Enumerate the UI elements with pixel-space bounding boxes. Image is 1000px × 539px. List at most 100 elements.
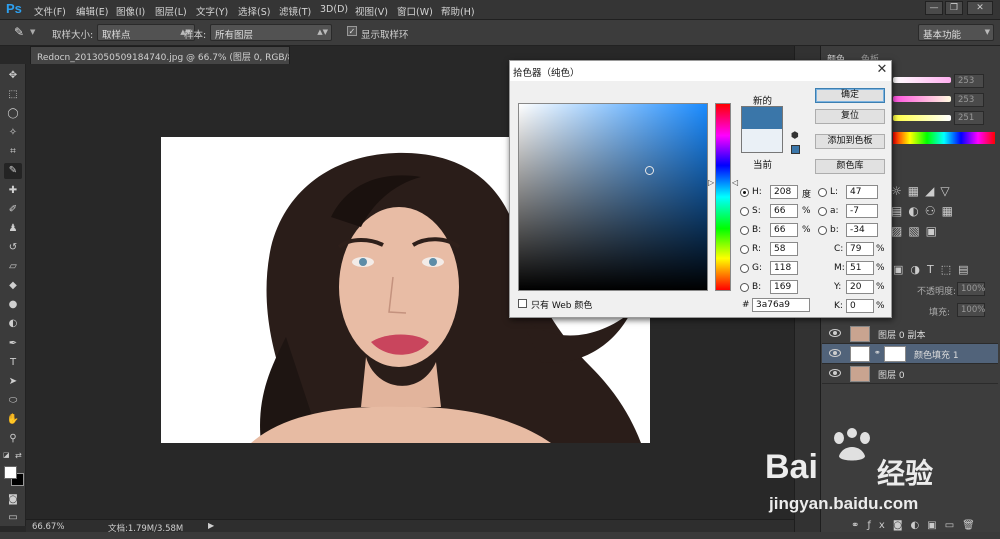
- hue-radio[interactable]: [740, 188, 749, 197]
- zoom-tool-icon[interactable]: ⚲: [4, 431, 22, 447]
- reset-button[interactable]: 复位: [815, 109, 885, 124]
- black-field[interactable]: 0: [846, 299, 874, 313]
- yellow-field[interactable]: 20: [846, 280, 874, 294]
- menu-select[interactable]: 选择(S): [238, 4, 270, 18]
- ellipse-tool-icon[interactable]: ⬭: [4, 393, 22, 409]
- brightness-field[interactable]: 66: [770, 223, 798, 237]
- adjustment-icons-row-2[interactable]: ▤◐⚇▦: [891, 204, 959, 218]
- swap-colors-icon[interactable]: ⇄: [15, 451, 22, 460]
- blur-tool-icon[interactable]: ●: [4, 297, 22, 313]
- hex-field[interactable]: 3a76a9: [752, 298, 810, 312]
- layer-row[interactable]: 图层 0 副本: [822, 324, 998, 344]
- eye-icon[interactable]: [829, 349, 841, 357]
- status-menu-arrow-icon[interactable]: ▶: [208, 521, 214, 530]
- menu-edit[interactable]: 编辑(E): [76, 4, 108, 18]
- web-safe-color-icon[interactable]: [791, 145, 800, 154]
- foreground-color-swatch[interactable]: [4, 466, 17, 479]
- sample-select[interactable]: 所有图层 ▲▼: [210, 24, 332, 41]
- blue-radio[interactable]: [740, 283, 749, 292]
- clone-stamp-tool-icon[interactable]: ♟: [4, 221, 22, 237]
- layer-row[interactable]: ⚭ 颜色填充 1: [822, 344, 998, 364]
- saturation-field[interactable]: 66: [770, 204, 798, 218]
- screen-mode-icon[interactable]: ▭: [4, 510, 22, 526]
- color-value-3[interactable]: 251: [954, 111, 984, 125]
- workspace-select[interactable]: 基本功能 ▼: [918, 24, 994, 41]
- crop-tool-icon[interactable]: ⌗: [4, 144, 22, 160]
- document-tab[interactable]: Redocn_2013050509184740.jpg @ 66.7% (图层 …: [30, 46, 290, 64]
- lab-b-radio[interactable]: [818, 226, 827, 235]
- menu-view[interactable]: 视图(V): [355, 4, 388, 18]
- lab-b-field[interactable]: -34: [846, 223, 878, 237]
- adjustment-icons-row-1[interactable]: ☼▦◢▽: [891, 184, 956, 198]
- layer-row[interactable]: 图层 0: [822, 364, 998, 384]
- color-value-1[interactable]: 253: [954, 74, 984, 88]
- gamut-cube-icon[interactable]: ⬢: [791, 131, 799, 141]
- brush-tool-icon[interactable]: ✐: [4, 202, 22, 218]
- layer-name[interactable]: 颜色填充 1: [914, 348, 959, 361]
- adjustment-icons-row-3[interactable]: ▨▧▣: [891, 224, 943, 238]
- color-slider-2[interactable]: [893, 96, 951, 102]
- saturation-radio[interactable]: [740, 207, 749, 216]
- paint-bucket-tool-icon[interactable]: ◆: [4, 278, 22, 294]
- hue-slider-right-arrow-icon[interactable]: ◁: [732, 178, 738, 187]
- menu-filter[interactable]: 滤镜(T): [279, 4, 311, 18]
- ok-button[interactable]: 确定: [815, 88, 885, 103]
- layers-panel-bottom-icons[interactable]: ⚭ƒx◙◐▣▭🗑: [851, 520, 983, 531]
- menu-file[interactable]: 文件(F): [34, 4, 66, 18]
- zoom-level[interactable]: 66.67%: [32, 522, 64, 532]
- red-radio[interactable]: [740, 245, 749, 254]
- sample-size-select[interactable]: 取样点 ▲▼: [97, 24, 195, 41]
- menu-3d[interactable]: 3D(D): [320, 4, 348, 15]
- menu-image[interactable]: 图像(I): [116, 4, 145, 18]
- hand-tool-icon[interactable]: ✋: [4, 412, 22, 428]
- menu-type[interactable]: 文字(Y): [196, 4, 228, 18]
- color-value-2[interactable]: 253: [954, 93, 984, 107]
- brightness-radio[interactable]: [740, 226, 749, 235]
- history-brush-tool-icon[interactable]: ↺: [4, 240, 22, 256]
- opacity-field[interactable]: 100%: [957, 282, 985, 296]
- type-tool-icon[interactable]: T: [4, 355, 22, 371]
- color-spectrum-ramp[interactable]: [893, 132, 995, 144]
- lab-l-radio[interactable]: [818, 188, 827, 197]
- cyan-field[interactable]: 79: [846, 242, 874, 256]
- color-picker-marker[interactable]: [645, 166, 654, 175]
- only-web-colors-checkbox[interactable]: [518, 299, 527, 308]
- layer-filter-icons[interactable]: ▣◑T⬚▤: [893, 263, 976, 276]
- pen-tool-icon[interactable]: ✒: [4, 336, 22, 352]
- color-slider-3[interactable]: [893, 115, 951, 121]
- default-colors-icon[interactable]: ◪: [3, 451, 10, 459]
- eraser-tool-icon[interactable]: ▱: [4, 259, 22, 275]
- hue-slider-left-arrow-icon[interactable]: ▷: [708, 178, 714, 187]
- path-selection-tool-icon[interactable]: ➤: [4, 374, 22, 390]
- saturation-brightness-field[interactable]: [518, 103, 708, 291]
- green-radio[interactable]: [740, 264, 749, 273]
- layer-name[interactable]: 图层 0: [878, 368, 905, 381]
- quick-mask-icon[interactable]: ◙: [4, 492, 22, 508]
- menu-help[interactable]: 帮助(H): [441, 4, 475, 18]
- menu-window[interactable]: 窗口(W): [397, 4, 433, 18]
- healing-brush-tool-icon[interactable]: ✚: [4, 183, 22, 199]
- restore-button[interactable]: ❐: [945, 1, 963, 15]
- lasso-tool-icon[interactable]: ◯: [4, 106, 22, 122]
- eye-icon[interactable]: [829, 369, 841, 377]
- lab-l-field[interactable]: 47: [846, 185, 878, 199]
- hue-slider[interactable]: [715, 103, 731, 291]
- layer-name[interactable]: 图层 0 副本: [878, 328, 925, 341]
- lab-a-radio[interactable]: [818, 207, 827, 216]
- current-color-swatch[interactable]: [741, 129, 783, 153]
- add-to-swatches-button[interactable]: 添加到色板: [815, 134, 885, 149]
- blue-field[interactable]: 169: [770, 280, 798, 294]
- eyedropper-icon[interactable]: ✎: [14, 25, 24, 39]
- layer-mask-thumbnail[interactable]: [884, 346, 906, 362]
- red-field[interactable]: 58: [770, 242, 798, 256]
- minimize-button[interactable]: —: [925, 1, 943, 15]
- green-field[interactable]: 118: [770, 261, 798, 275]
- hue-field[interactable]: 208: [770, 185, 798, 199]
- fill-field[interactable]: 100%: [957, 303, 985, 317]
- eyedropper-tool-icon[interactable]: ✎: [4, 163, 22, 179]
- color-slider-1[interactable]: [893, 77, 951, 83]
- close-window-button[interactable]: ✕: [967, 1, 993, 15]
- show-ring-checkbox[interactable]: ✓: [347, 26, 357, 36]
- magenta-field[interactable]: 51: [846, 261, 874, 275]
- chain-link-icon[interactable]: ⚭: [874, 348, 881, 357]
